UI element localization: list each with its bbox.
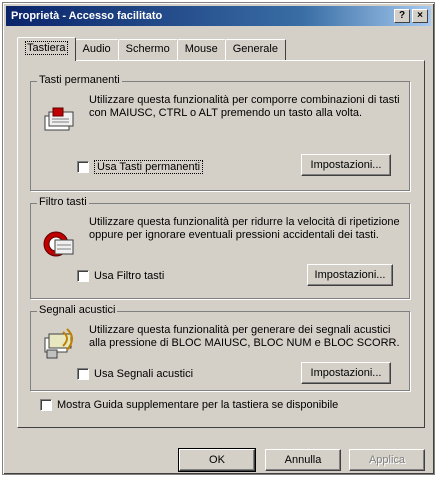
filter-keys-icon [43, 231, 74, 257]
apply-button[interactable]: Applica [349, 449, 425, 471]
filter-keys-settings-button[interactable]: Impostazioni... [307, 264, 393, 286]
sticky-keys-checkbox-label: Usa Tasti permanenti [94, 160, 204, 174]
tab-display[interactable]: Schermo [117, 39, 178, 61]
filter-keys-description: Utilizzare questa funzionalità per ridur… [89, 216, 400, 241]
tab-keyboard[interactable]: Tastiera [17, 37, 76, 61]
toggle-keys-description: Utilizzare questa funzionalità per gener… [89, 324, 400, 349]
toggle-keys-legend: Segnali acustici [37, 304, 118, 316]
filter-keys-checkbox[interactable] [77, 270, 89, 282]
toggle-keys-checkbox[interactable] [77, 368, 89, 380]
toggle-keys-checkbox-row[interactable]: Usa Segnali acustici [77, 368, 193, 380]
properties-dialog: Proprietà - Accesso facilitato ? × Tasti… [2, 2, 435, 475]
extra-help-checkbox[interactable] [40, 399, 52, 411]
title-bar[interactable]: Proprietà - Accesso facilitato ? × [6, 6, 431, 26]
sticky-keys-icon [44, 107, 74, 131]
window-title: Proprietà - Accesso facilitato [11, 10, 163, 22]
sticky-keys-settings-button[interactable]: Impostazioni... [301, 154, 391, 176]
toggle-keys-checkbox-label: Usa Segnali acustici [94, 368, 194, 380]
cancel-button[interactable]: Annulla [265, 449, 341, 471]
sticky-keys-group: Tasti permanenti Utilizzare questa funzi… [30, 74, 410, 191]
tab-audio[interactable]: Audio [74, 39, 119, 61]
toggle-keys-group: Segnali acustici Utilizzare questa funzi… [30, 304, 410, 391]
filter-keys-group: Filtro tasti Utilizzare questa funzional… [30, 196, 410, 299]
extra-help-checkbox-label: Mostra Guida supplementare per la tastie… [57, 399, 339, 411]
ok-button[interactable]: OK [178, 448, 256, 472]
tab-strip: Tastiera Audio Schermo Mouse Generale [17, 37, 286, 61]
sticky-keys-legend: Tasti permanenti [37, 74, 122, 86]
sticky-keys-description: Utilizzare questa funzionalità per compo… [89, 94, 400, 119]
tab-general[interactable]: Generale [224, 39, 286, 61]
filter-keys-checkbox-row[interactable]: Usa Filtro tasti [77, 270, 164, 282]
sticky-keys-checkbox-row[interactable]: Usa Tasti permanenti [77, 160, 204, 174]
extra-help-checkbox-row[interactable]: Mostra Guida supplementare per la tastie… [40, 399, 338, 411]
toggle-keys-settings-button[interactable]: Impostazioni... [301, 362, 391, 384]
tab-mouse[interactable]: Mouse [176, 39, 226, 61]
filter-keys-checkbox-label: Usa Filtro tasti [94, 270, 165, 282]
tab-keyboard-label: Tastiera [25, 41, 68, 55]
tab-panel-keyboard: Tasti permanenti Utilizzare questa funzi… [17, 60, 425, 428]
toggle-keys-icon [44, 328, 73, 359]
sticky-keys-checkbox[interactable] [77, 161, 89, 173]
filter-keys-legend: Filtro tasti [37, 196, 89, 208]
help-button[interactable]: ? [394, 9, 410, 23]
close-button[interactable]: × [412, 9, 428, 23]
